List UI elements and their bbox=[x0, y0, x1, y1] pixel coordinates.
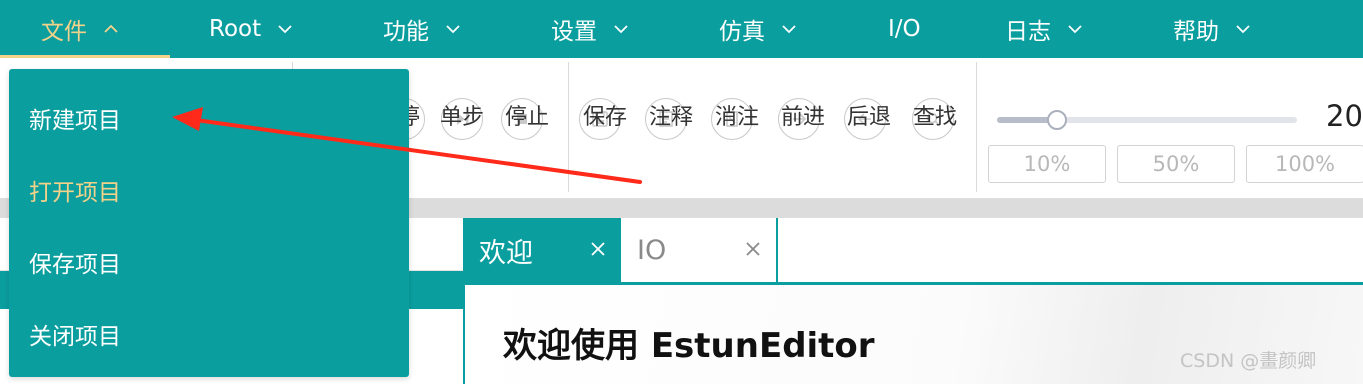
menu-settings-label: 设置 bbox=[551, 19, 597, 45]
watermark: CSDN @畫颜卿 bbox=[1180, 350, 1317, 372]
chevron-down-icon bbox=[277, 21, 293, 37]
menu-help[interactable]: 帮助 bbox=[1173, 0, 1251, 58]
toolbar-divider bbox=[568, 62, 569, 192]
save-label: 保存 bbox=[583, 105, 628, 130]
chevron-down-icon bbox=[781, 21, 797, 37]
chevron-down-icon bbox=[1235, 21, 1251, 37]
menu-bar: 文件 Root 功能 设置 仿真 I/O 日志 帮助 bbox=[0, 0, 1363, 58]
menu-log[interactable]: 日志 bbox=[1005, 0, 1083, 58]
zoom-preset-100[interactable]: 100% bbox=[1246, 145, 1363, 183]
stop-label: 停止 bbox=[505, 105, 550, 130]
comment-label: 注释 bbox=[649, 105, 694, 130]
chevron-down-icon bbox=[1067, 21, 1083, 37]
back-label: 后退 bbox=[847, 105, 892, 130]
menu-function[interactable]: 功能 bbox=[383, 0, 461, 58]
close-icon[interactable] bbox=[744, 240, 762, 258]
tab-io-label: IO bbox=[637, 234, 667, 266]
tab-welcome[interactable]: 欢迎 bbox=[463, 218, 621, 282]
zoom-value: 20 bbox=[1326, 99, 1363, 133]
chevron-down-icon bbox=[445, 21, 461, 37]
zoom-slider-handle[interactable] bbox=[1047, 110, 1067, 130]
search-label: 查找 bbox=[913, 105, 958, 130]
menu-function-label: 功能 bbox=[383, 19, 429, 45]
menu-file-label: 文件 bbox=[41, 19, 87, 45]
menu-item-save-project[interactable]: 保存项目 bbox=[29, 245, 121, 279]
file-dropdown-menu: 新建项目 打开项目 保存项目 关闭项目 bbox=[9, 69, 409, 377]
forward-label: 前进 bbox=[781, 105, 826, 130]
menu-help-label: 帮助 bbox=[1173, 19, 1219, 45]
zoom-preset-10[interactable]: 10% bbox=[988, 145, 1106, 183]
zoom-slider[interactable] bbox=[997, 117, 1297, 123]
chevron-up-icon bbox=[103, 21, 119, 37]
step-label: 单步 bbox=[440, 105, 485, 130]
menu-settings[interactable]: 设置 bbox=[551, 0, 629, 58]
zoom-preset-50[interactable]: 50% bbox=[1117, 145, 1235, 183]
menu-file[interactable]: 文件 bbox=[41, 0, 119, 58]
menu-item-close-project[interactable]: 关闭项目 bbox=[29, 317, 121, 351]
toolbar-divider bbox=[976, 62, 977, 192]
tab-io[interactable]: IO bbox=[621, 218, 778, 282]
welcome-heading: 欢迎使用 EstunEditor bbox=[503, 326, 875, 366]
menu-simulation-label: 仿真 bbox=[719, 19, 765, 45]
close-icon[interactable] bbox=[589, 240, 607, 258]
menu-root-label: Root bbox=[209, 16, 262, 42]
uncomment-label: 消注 bbox=[715, 105, 760, 130]
menu-log-label: 日志 bbox=[1005, 19, 1051, 45]
menu-simulation[interactable]: 仿真 bbox=[719, 0, 797, 58]
menu-root[interactable]: Root bbox=[209, 0, 293, 58]
menu-item-open-project[interactable]: 打开项目 bbox=[29, 173, 121, 207]
chevron-down-icon bbox=[613, 21, 629, 37]
tab-welcome-label: 欢迎 bbox=[479, 237, 533, 269]
menu-io[interactable]: I/O bbox=[888, 0, 921, 58]
menu-io-label: I/O bbox=[888, 16, 921, 42]
menu-item-new-project[interactable]: 新建项目 bbox=[29, 101, 121, 135]
